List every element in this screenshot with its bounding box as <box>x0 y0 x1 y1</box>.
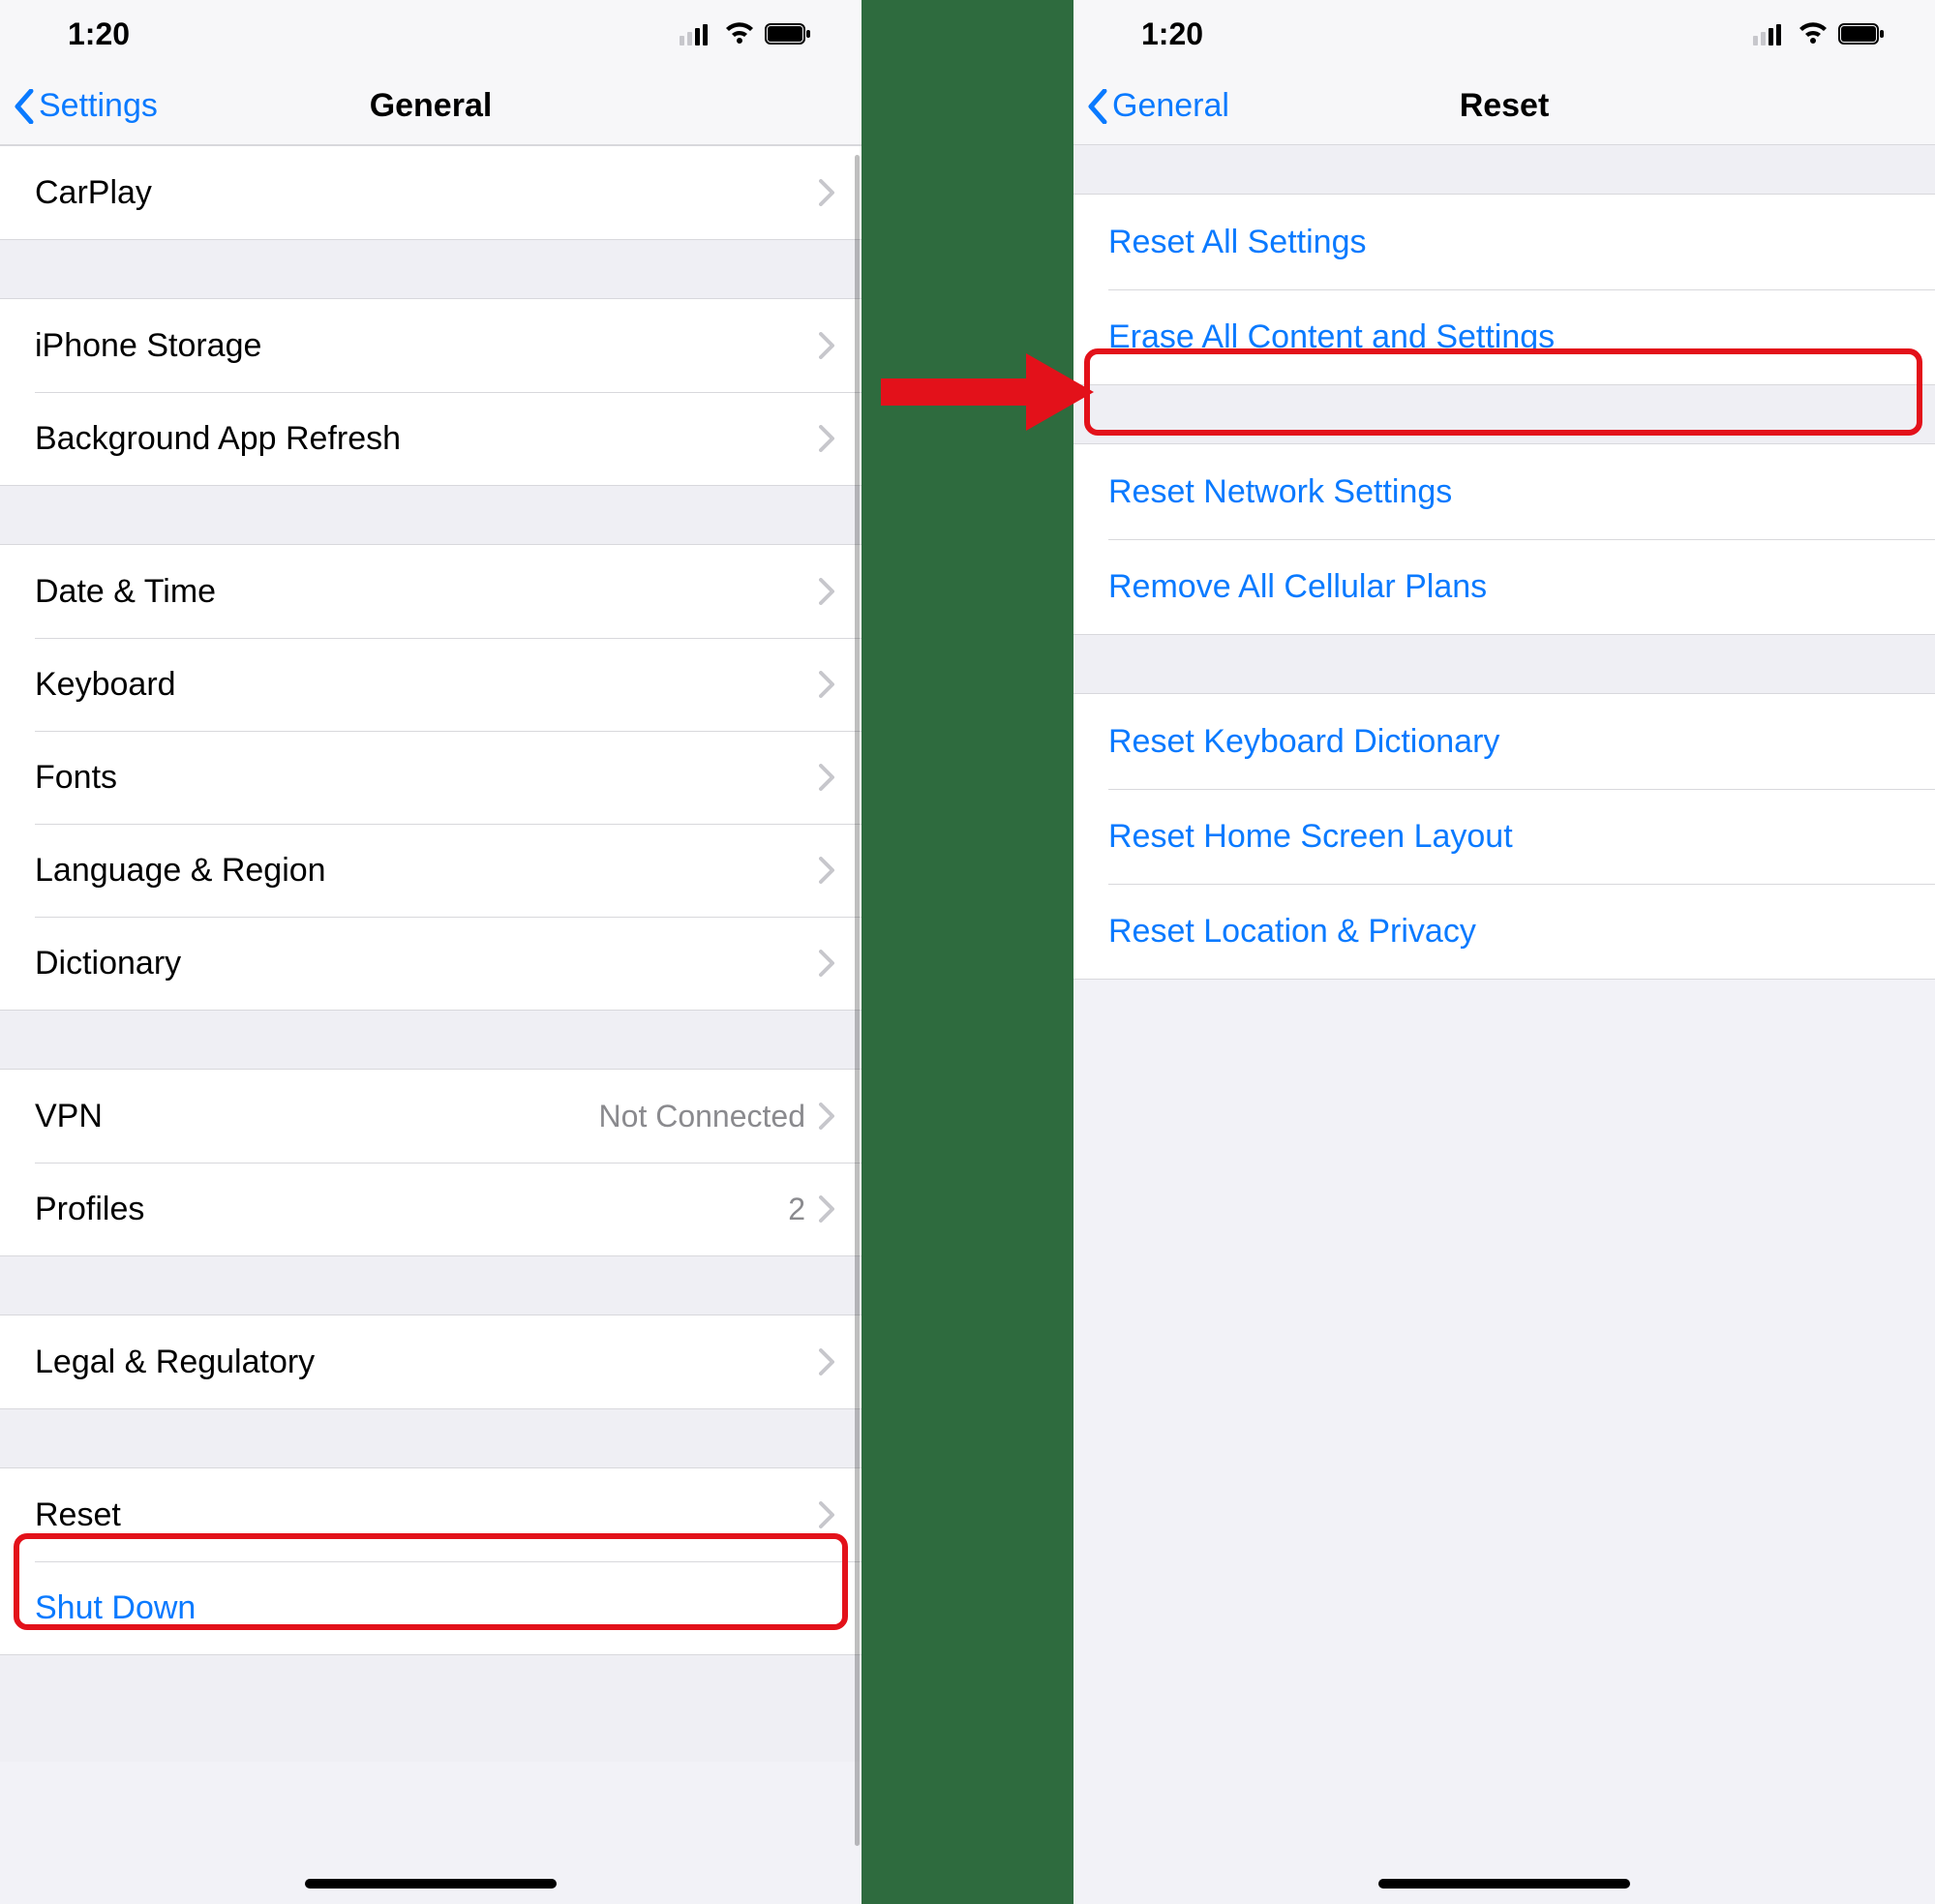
vpn-status: Not Connected <box>599 1099 805 1134</box>
chevron-right-icon <box>819 857 834 884</box>
row-iphone-storage[interactable]: iPhone Storage <box>0 299 862 392</box>
row-reset-keyboard-dict[interactable]: Reset Keyboard Dictionary <box>1073 694 1935 789</box>
row-shut-down[interactable]: Shut Down <box>0 1561 862 1654</box>
chevron-right-icon <box>819 1501 834 1528</box>
status-time: 1:20 <box>68 16 130 52</box>
chevron-right-icon <box>819 671 834 698</box>
row-legal-regulatory[interactable]: Legal & Regulatory <box>0 1315 862 1408</box>
chevron-right-icon <box>819 1348 834 1375</box>
status-bar: 1:20 <box>0 0 862 68</box>
chevron-right-icon <box>819 332 834 359</box>
back-label: Settings <box>39 87 158 125</box>
row-fonts[interactable]: Fonts <box>0 731 862 824</box>
back-button-settings[interactable]: Settings <box>0 87 158 125</box>
row-dictionary[interactable]: Dictionary <box>0 917 862 1010</box>
battery-icon <box>765 22 813 45</box>
row-language-region[interactable]: Language & Region <box>0 824 862 917</box>
row-reset-location-privacy[interactable]: Reset Location & Privacy <box>1073 884 1935 979</box>
chevron-right-icon <box>819 1195 834 1223</box>
status-icons <box>680 22 813 45</box>
row-profiles[interactable]: Profiles 2 <box>0 1163 862 1255</box>
back-label: General <box>1112 87 1229 125</box>
home-indicator[interactable] <box>1378 1879 1630 1889</box>
chevron-right-icon <box>819 1103 834 1130</box>
row-remove-cellular[interactable]: Remove All Cellular Plans <box>1073 539 1935 634</box>
annotation-arrow <box>881 348 1094 436</box>
status-bar: 1:20 <box>1073 0 1935 68</box>
chevron-right-icon <box>819 179 834 206</box>
reset-list: Reset All Settings Erase All Content and… <box>1073 145 1935 980</box>
settings-list: CarPlay iPhone Storage Background App Re… <box>0 145 862 1762</box>
back-button-general[interactable]: General <box>1073 87 1229 125</box>
row-reset-network[interactable]: Reset Network Settings <box>1073 444 1935 539</box>
row-reset-all-settings[interactable]: Reset All Settings <box>1073 195 1935 289</box>
row-carplay[interactable]: CarPlay <box>0 146 862 239</box>
phone-reset-settings: 1:20 General Reset Reset All Settings E <box>1073 0 1935 1904</box>
row-reset-home-layout[interactable]: Reset Home Screen Layout <box>1073 789 1935 884</box>
scrollbar[interactable] <box>855 155 860 1846</box>
signal-icon <box>680 22 714 45</box>
row-date-time[interactable]: Date & Time <box>0 545 862 638</box>
chevron-left-icon <box>14 89 35 124</box>
row-reset[interactable]: Reset <box>0 1468 862 1561</box>
row-erase-all-content[interactable]: Erase All Content and Settings <box>1073 289 1935 384</box>
wifi-icon <box>1798 22 1829 45</box>
chevron-right-icon <box>819 950 834 977</box>
chevron-right-icon <box>819 764 834 791</box>
chevron-left-icon <box>1087 89 1108 124</box>
status-time: 1:20 <box>1141 16 1203 52</box>
chevron-right-icon <box>819 578 834 605</box>
phone-general-settings: 1:20 Settings General CarPlay <box>0 0 862 1904</box>
nav-bar: Settings General <box>0 68 862 145</box>
home-indicator[interactable] <box>305 1879 557 1889</box>
profile-count: 2 <box>788 1192 805 1227</box>
chevron-right-icon <box>819 425 834 452</box>
row-background-app-refresh[interactable]: Background App Refresh <box>0 392 862 485</box>
battery-icon <box>1838 22 1887 45</box>
row-keyboard[interactable]: Keyboard <box>0 638 862 731</box>
nav-bar: General Reset <box>1073 68 1935 145</box>
signal-icon <box>1753 22 1788 45</box>
status-icons <box>1753 22 1887 45</box>
wifi-icon <box>724 22 755 45</box>
row-vpn[interactable]: VPN Not Connected <box>0 1070 862 1163</box>
